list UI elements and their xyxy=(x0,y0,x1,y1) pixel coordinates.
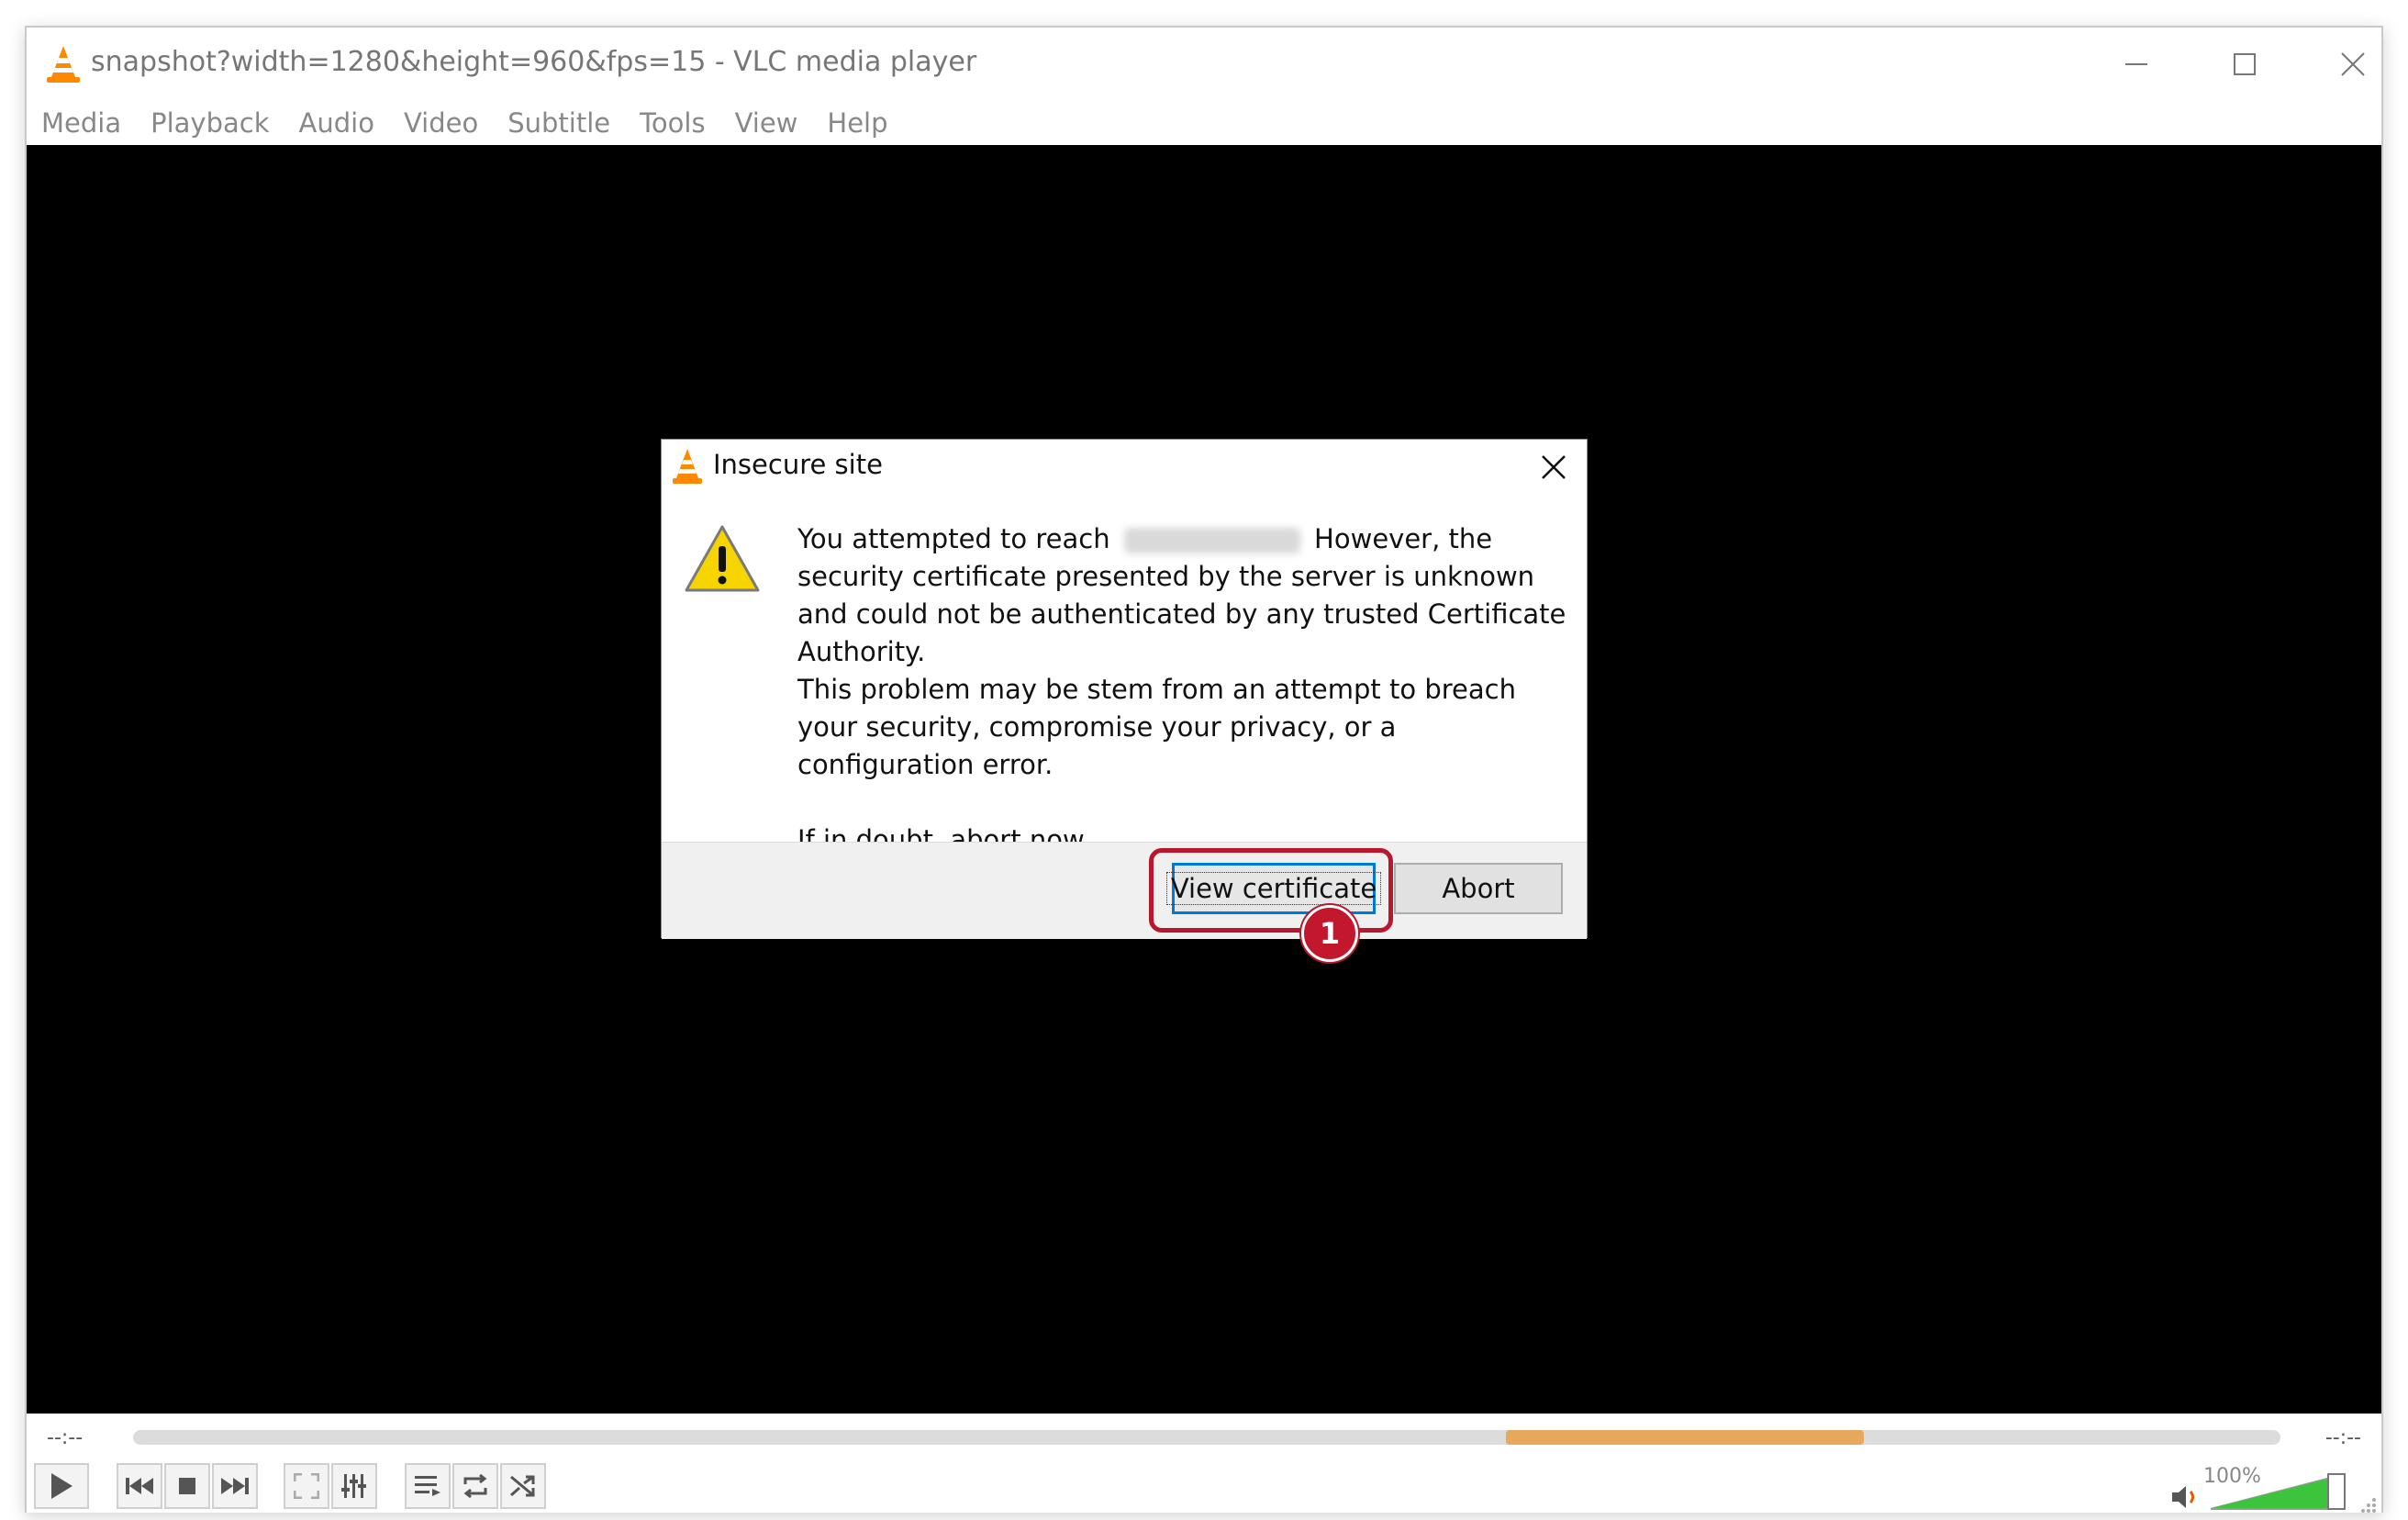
total-time: --:-- xyxy=(2324,1426,2361,1449)
menu-bar: Media Playback Audio Video Subtitle Tool… xyxy=(27,101,2381,145)
message-paragraph: You attempted to reach However, the secu… xyxy=(797,520,1568,671)
resize-grip-icon[interactable] xyxy=(2358,1494,2378,1514)
stop-button[interactable] xyxy=(164,1463,210,1509)
abort-button[interactable]: Abort xyxy=(1394,863,1563,914)
playback-controls: --:-- --:-- 100% xyxy=(27,1414,2381,1513)
playlist-button[interactable] xyxy=(405,1463,451,1509)
dialog-footer: View certificate Abort xyxy=(662,842,1587,939)
menu-video[interactable]: Video xyxy=(404,107,478,139)
menu-media[interactable]: Media xyxy=(41,107,121,139)
play-icon xyxy=(51,1473,72,1499)
menu-tools[interactable]: Tools xyxy=(640,107,705,139)
previous-icon xyxy=(126,1478,153,1494)
maximize-icon xyxy=(2234,53,2256,75)
fullscreen-button[interactable] xyxy=(284,1463,329,1509)
equalizer-icon xyxy=(341,1474,366,1498)
insecure-site-dialog: Insecure site You attempted to reach How… xyxy=(661,439,1588,939)
vlc-cone-icon xyxy=(47,46,80,83)
shuffle-button[interactable] xyxy=(500,1463,546,1509)
minimize-icon xyxy=(2125,63,2147,65)
loop-button[interactable] xyxy=(452,1463,498,1509)
annotation-badge: 1 xyxy=(1301,905,1358,962)
close-icon xyxy=(2341,52,2365,76)
next-icon xyxy=(221,1478,249,1494)
vlc-cone-icon xyxy=(673,449,702,484)
next-button[interactable] xyxy=(212,1463,258,1509)
close-icon xyxy=(1542,455,1566,479)
maximize-button[interactable] xyxy=(2191,28,2299,101)
shuffle-icon xyxy=(510,1475,535,1497)
close-window-button[interactable] xyxy=(2299,28,2407,101)
extended-settings-button[interactable] xyxy=(331,1463,377,1509)
menu-audio[interactable]: Audio xyxy=(299,107,374,139)
message-prefix: You attempted to reach xyxy=(797,523,1110,554)
window-title: snapshot?width=1280&height=960&fps=15 - … xyxy=(91,46,977,78)
message-line-2: This problem may be stem from an attempt… xyxy=(797,674,1516,780)
menu-help[interactable]: Help xyxy=(827,107,887,139)
warning-triangle-icon xyxy=(685,525,760,592)
previous-button[interactable] xyxy=(117,1463,162,1509)
volume-slider[interactable] xyxy=(2209,1470,2347,1511)
dialog-message: You attempted to reach However, the secu… xyxy=(797,520,1568,859)
title-bar: snapshot?width=1280&height=960&fps=15 - … xyxy=(27,28,2381,101)
redacted-address xyxy=(1123,528,1300,553)
dialog-close-button[interactable] xyxy=(1530,443,1577,491)
stop-icon xyxy=(179,1478,195,1494)
speaker-icon[interactable] xyxy=(2170,1483,2202,1511)
annotation-highlight xyxy=(1149,848,1393,933)
fullscreen-icon xyxy=(294,1473,319,1499)
dialog-title: Insecure site xyxy=(713,449,883,480)
menu-playback[interactable]: Playback xyxy=(150,107,269,139)
seek-buffer xyxy=(1506,1430,1864,1445)
menu-subtitle[interactable]: Subtitle xyxy=(507,107,610,139)
elapsed-time: --:-- xyxy=(47,1426,84,1449)
playlist-icon xyxy=(415,1476,440,1496)
loop-icon xyxy=(463,1473,487,1499)
play-button[interactable] xyxy=(34,1463,89,1509)
dialog-title-bar: Insecure site xyxy=(662,440,1587,497)
minimize-button[interactable] xyxy=(2082,28,2191,101)
menu-view[interactable]: View xyxy=(735,107,798,139)
seek-bar[interactable] xyxy=(133,1430,2280,1445)
